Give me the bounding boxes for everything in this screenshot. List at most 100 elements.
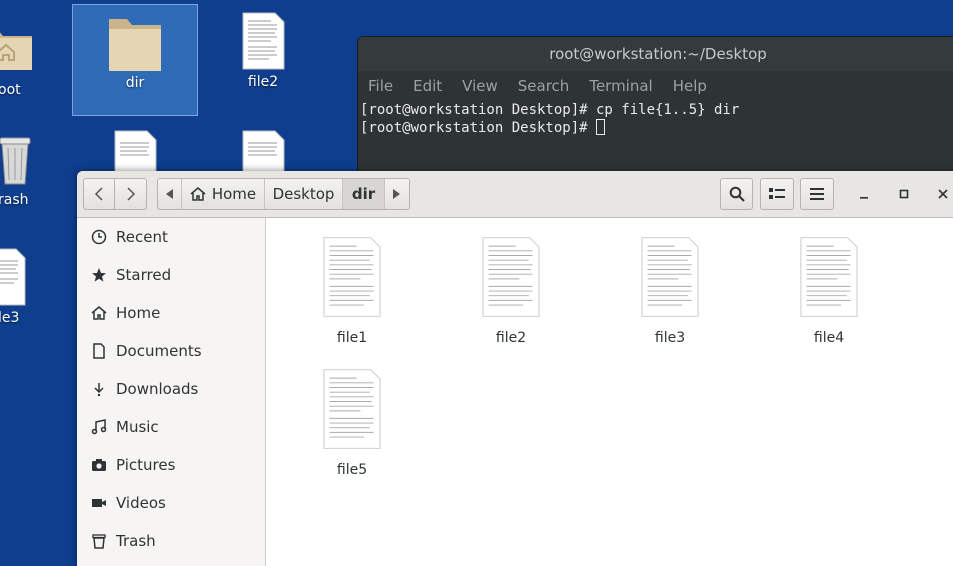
document-icon (90, 342, 108, 360)
sidebar-item-videos[interactable]: Videos (77, 484, 265, 522)
sidebar-item-label: Videos (116, 494, 166, 512)
file-item-file2[interactable]: file2 (436, 236, 586, 346)
file-item-file5[interactable]: file5 (277, 368, 427, 478)
file-view[interactable]: file1 file2 file3 file4 file5 (266, 218, 953, 566)
chevron-left-icon (94, 187, 103, 201)
menu-file[interactable]: File (368, 77, 393, 95)
path-label: dir (351, 185, 376, 203)
sidebar-item-label: Downloads (116, 380, 199, 398)
star-icon (90, 266, 108, 284)
desktop-icon-label: file2 (247, 74, 279, 90)
path-bar: Home Desktop dir (157, 178, 410, 210)
video-icon (90, 494, 108, 512)
file-label: file1 (336, 330, 368, 346)
terminal-menubar: File Edit View Search Terminal Help (358, 71, 953, 101)
hamburger-icon (810, 188, 824, 200)
desktop-icon-label: oot (0, 82, 21, 98)
sidebar-item-documents[interactable]: Documents (77, 332, 265, 370)
path-scroll-left[interactable] (158, 179, 182, 209)
search-icon (729, 186, 745, 202)
file-label: file3 (654, 330, 686, 346)
search-button[interactable] (720, 178, 753, 210)
text-file-icon (323, 237, 381, 317)
menu-terminal[interactable]: Terminal (589, 77, 652, 95)
path-scroll-right[interactable] (385, 179, 409, 209)
sidebar-item-label: Home (116, 304, 161, 322)
arrow-right-icon (393, 189, 400, 199)
menu-button[interactable] (800, 178, 834, 210)
maximize-icon (899, 189, 909, 199)
desktop-icon-file3[interactable]: le3 (0, 246, 60, 332)
sidebar-item-label: Trash (116, 532, 156, 550)
headerbar: Home Desktop dir (77, 171, 953, 218)
text-file-icon (800, 237, 858, 317)
desktop-icon-label: rash (0, 192, 29, 208)
file-manager-window[interactable]: Home Desktop dir Recent Starred Home Doc… (77, 171, 953, 566)
sidebar-item-label: Recent (116, 228, 168, 246)
sidebar-item-label: Music (116, 418, 159, 436)
text-file-icon (242, 12, 285, 70)
terminal-window[interactable]: root@workstation:~/Desktop File Edit Vie… (357, 36, 953, 188)
list-view-icon (769, 188, 785, 199)
sidebar-item-label: Documents (116, 342, 202, 360)
terminal-output[interactable]: [root@workstation Desktop]# cp file{1..5… (358, 101, 953, 137)
chevron-right-icon (126, 187, 135, 201)
path-label: Home (211, 185, 257, 203)
trash-icon (90, 532, 108, 550)
menu-help[interactable]: Help (673, 77, 707, 95)
sidebar-item-label: Pictures (116, 456, 176, 474)
sidebar-item-starred[interactable]: Starred (77, 256, 265, 294)
path-segment-desktop[interactable]: Desktop (265, 179, 343, 209)
path-segment-dir[interactable]: dir (343, 179, 385, 209)
terminal-line: [root@workstation Desktop]# cp file{1..5… (360, 102, 740, 118)
text-file-icon (323, 369, 381, 449)
terminal-title: root@workstation:~/Desktop (358, 37, 953, 71)
desktop-icon-dir[interactable]: dir (72, 4, 198, 116)
clock-icon (90, 228, 108, 246)
file-item-file3[interactable]: file3 (595, 236, 745, 346)
sidebar-item-music[interactable]: Music (77, 408, 265, 446)
camera-icon (90, 456, 108, 474)
path-segment-home[interactable]: Home (182, 179, 265, 209)
terminal-cursor (596, 119, 606, 135)
sidebar-item-label: Starred (116, 266, 172, 284)
minimize-button[interactable] (849, 179, 879, 209)
file-item-file4[interactable]: file4 (754, 236, 904, 346)
menu-edit[interactable]: Edit (413, 77, 442, 95)
sidebar-item-downloads[interactable]: Downloads (77, 370, 265, 408)
maximize-button[interactable] (889, 179, 919, 209)
music-icon (90, 418, 108, 436)
desktop-icon-trash[interactable]: rash (0, 128, 60, 214)
desktop-icon-label: dir (125, 75, 145, 91)
home-icon (90, 304, 108, 322)
back-button[interactable] (83, 178, 115, 210)
file-label: file2 (495, 330, 527, 346)
sidebar-item-home[interactable]: Home (77, 294, 265, 332)
download-icon (90, 380, 108, 398)
forward-button[interactable] (115, 178, 147, 210)
home-icon (190, 187, 206, 201)
path-label: Desktop (272, 185, 335, 203)
view-toggle-button[interactable] (760, 178, 794, 210)
text-file-icon (482, 237, 540, 317)
minimize-icon (860, 197, 868, 199)
desktop-icon-root[interactable]: oot (0, 8, 60, 108)
folder-icon (109, 19, 161, 71)
menu-view[interactable]: View (462, 77, 498, 95)
menu-search[interactable]: Search (518, 77, 570, 95)
sidebar-item-pictures[interactable]: Pictures (77, 446, 265, 484)
text-file-icon (641, 237, 699, 317)
trash-icon (0, 137, 31, 185)
sidebar-item-trash[interactable]: Trash (77, 522, 265, 560)
places-sidebar: Recent Starred Home Documents Downloads … (77, 218, 266, 566)
sidebar-item-recent[interactable]: Recent (77, 218, 265, 256)
close-button[interactable] (928, 179, 953, 209)
home-folder-icon (0, 32, 32, 70)
file-item-file1[interactable]: file1 (277, 236, 427, 346)
desktop-icon-label: le3 (0, 310, 20, 326)
text-file-icon (0, 248, 26, 306)
terminal-prompt: [root@workstation Desktop]# (360, 120, 597, 136)
file-label: file4 (813, 330, 845, 346)
terminal-prompt-line: [root@workstation Desktop]# (360, 119, 953, 137)
desktop-icon-file2[interactable]: file2 (210, 4, 316, 116)
